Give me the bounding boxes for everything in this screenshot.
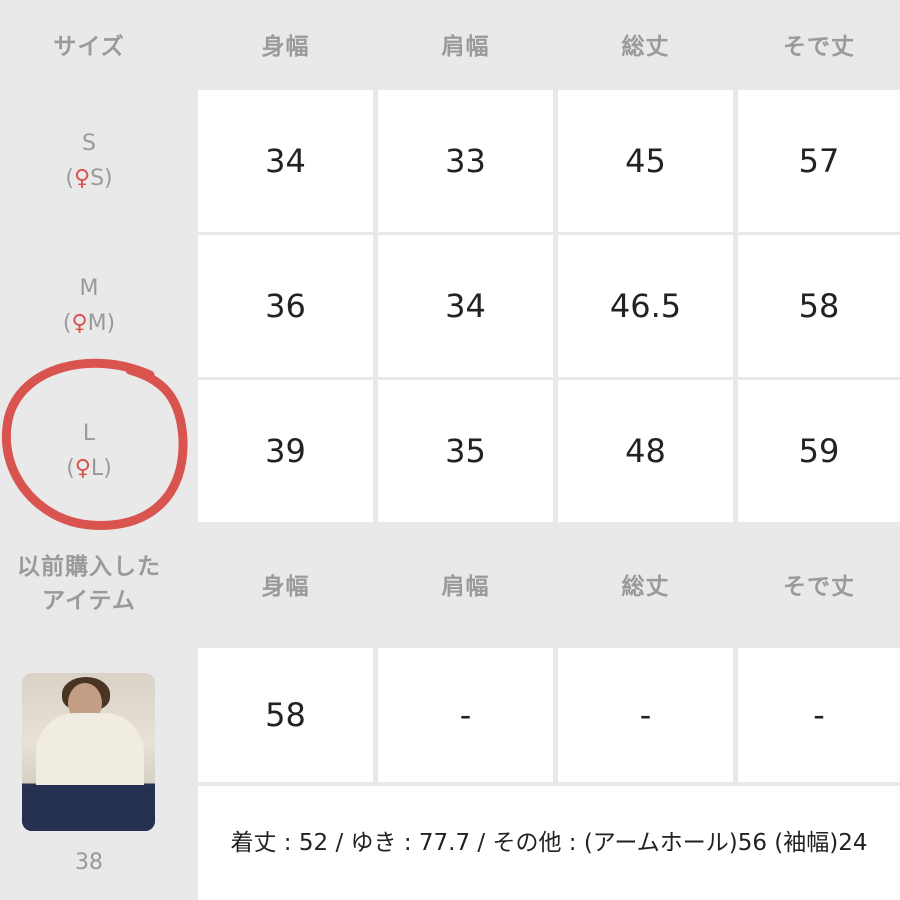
header2-col-mihaba: 身幅	[261, 574, 310, 600]
row-label-m: M (♀M)	[0, 235, 178, 377]
size-sub-label: (♀M)	[62, 311, 116, 336]
item-cell-mihaba: 58	[198, 648, 373, 782]
cell-s-mihaba: 34	[198, 90, 373, 232]
woman-icon: ♀	[74, 456, 91, 481]
previous-item-label-line1: 以前購入した	[17, 554, 161, 580]
size-label: M	[79, 275, 99, 301]
header-col-mihaba: 身幅	[261, 34, 310, 60]
cell-l-sodetake: 59	[738, 380, 900, 522]
woman-icon: ♀	[73, 166, 91, 191]
item-cell-katahaba: -	[378, 648, 553, 782]
header2-col-soutake: 総丈	[621, 574, 670, 600]
woman-icon: ♀	[71, 311, 88, 336]
item-cell-sodetake: -	[738, 648, 900, 782]
header-previous-item: 以前購入した アイテム	[0, 524, 178, 644]
cell-m-katahaba: 34	[378, 235, 553, 377]
header-col-katahaba: 肩幅	[441, 34, 490, 60]
cell-m-mihaba: 36	[198, 235, 373, 377]
previous-item-label-line2: アイテム	[42, 588, 136, 614]
size-sub-label: (♀S)	[65, 166, 113, 191]
size-label: S	[82, 130, 96, 156]
header-col-soutake: 総丈	[621, 34, 670, 60]
row-label-l: L (♀L)	[0, 380, 178, 522]
item-cell-soutake: -	[558, 648, 733, 782]
header2-col-sodetake: そで丈	[783, 574, 855, 600]
item-photo-label: 38	[75, 849, 103, 875]
size-sub-label: (♀L)	[66, 456, 112, 481]
header2-col-katahaba: 肩幅	[441, 574, 490, 600]
size-label: L	[82, 420, 96, 446]
header-col-sodetake: そで丈	[783, 34, 855, 60]
cell-l-soutake: 48	[558, 380, 733, 522]
item-photo[interactable]	[22, 673, 155, 831]
cell-l-katahaba: 35	[378, 380, 553, 522]
cell-s-katahaba: 33	[378, 90, 553, 232]
cell-s-sodetake: 57	[738, 90, 900, 232]
cell-l-mihaba: 39	[198, 380, 373, 522]
cell-s-soutake: 45	[558, 90, 733, 232]
row-label-s: S (♀S)	[0, 90, 178, 232]
header-size-label: サイズ	[53, 34, 125, 60]
cell-m-soutake: 46.5	[558, 235, 733, 377]
cell-m-sodetake: 58	[738, 235, 900, 377]
item-note: 着丈 : 52 / ゆき : 77.7 / その他 : (アームホール)56 (…	[198, 786, 900, 900]
